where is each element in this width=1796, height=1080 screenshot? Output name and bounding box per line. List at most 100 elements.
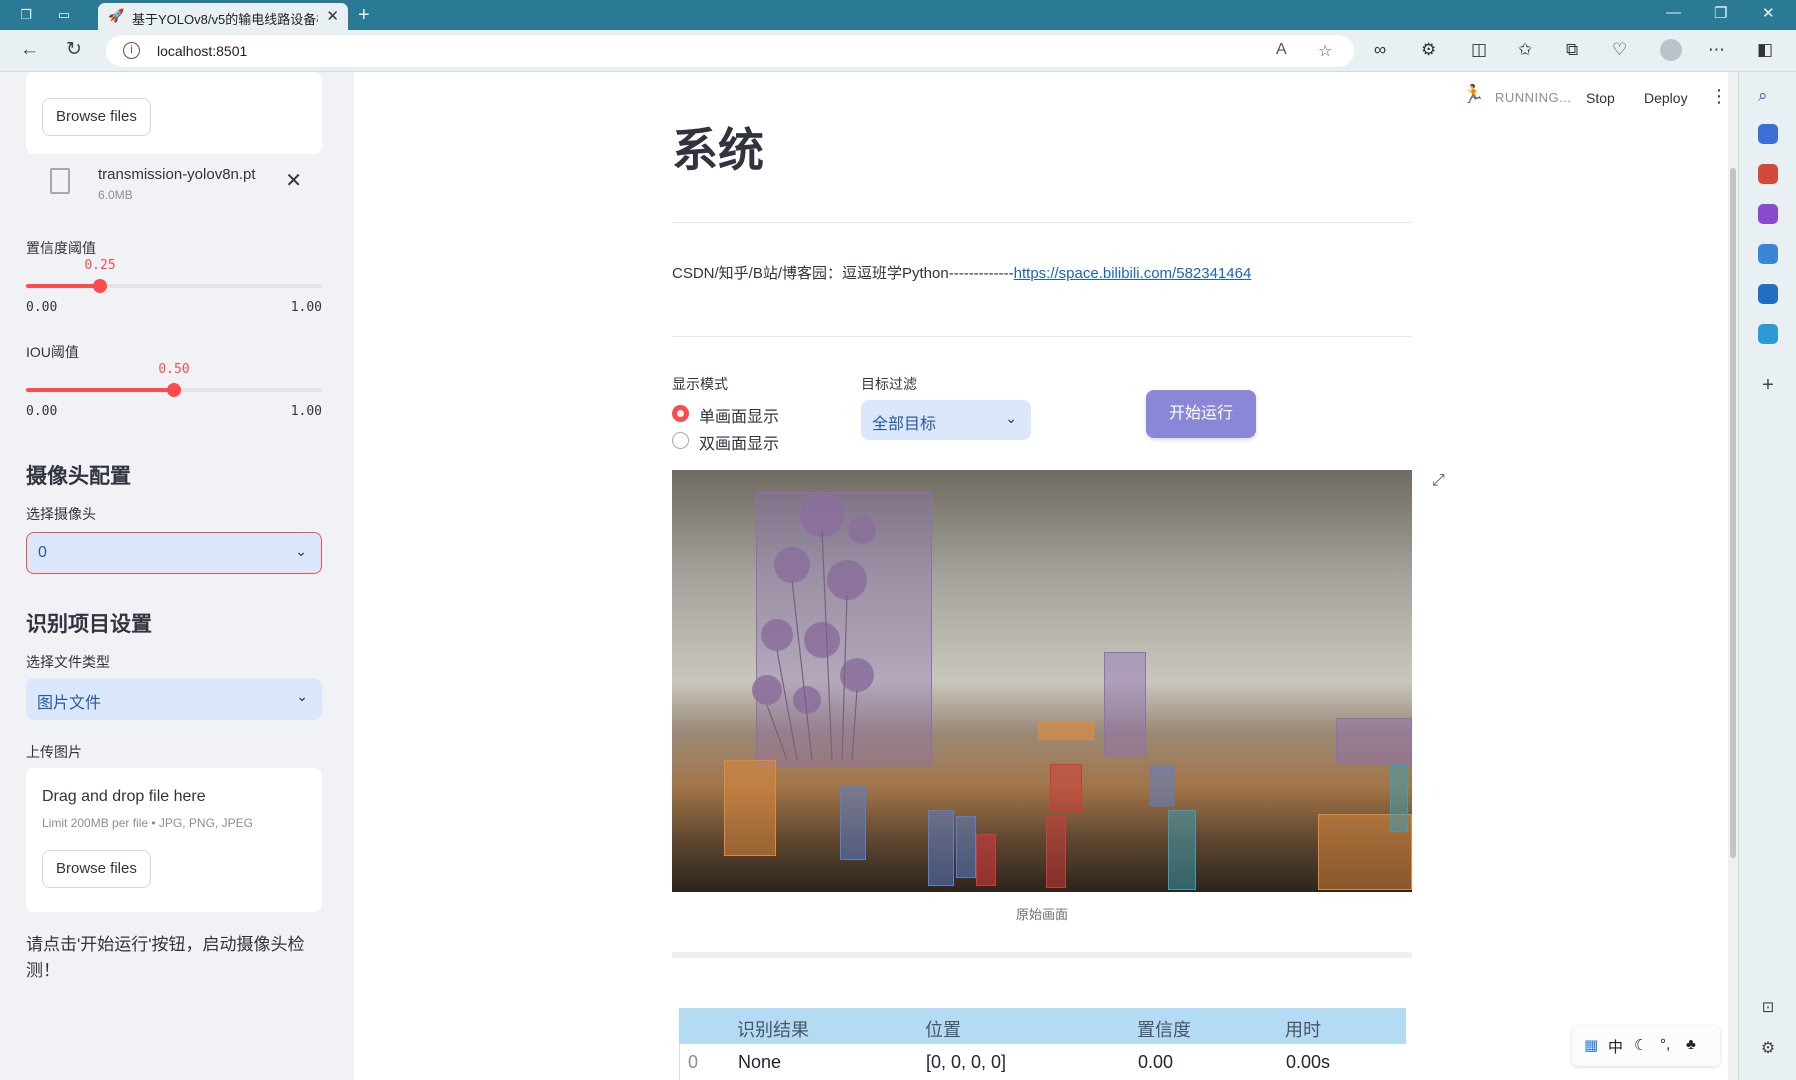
camera-select-value: 0	[38, 544, 47, 561]
minimize-icon[interactable]: —	[1666, 4, 1681, 21]
detection-box	[1168, 810, 1196, 890]
page-scrollbar[interactable]	[1728, 72, 1738, 1080]
cell-confidence: 0.00	[1138, 1052, 1174, 1072]
close-tab-icon[interactable]: ✕	[326, 7, 339, 25]
upload-image-label: 上传图片	[26, 744, 82, 760]
browser-tab[interactable]: 🚀 基于YOLOv8/v5的输电线路设备检测系统 ✕	[98, 3, 348, 30]
divider	[672, 222, 1412, 223]
slider-thumb[interactable]	[167, 383, 181, 397]
tab-title: 基于YOLOv8/v5的输电线路设备检测系统	[132, 12, 318, 27]
outlook-icon[interactable]	[1758, 284, 1778, 304]
favorites-icon[interactable]: ✩	[1518, 40, 1532, 60]
detection-box	[1150, 766, 1174, 806]
edge-sidebar: ⌕ + ⊡ ⚙	[1738, 72, 1796, 1080]
moon-icon[interactable]: ☾	[1634, 1036, 1647, 1054]
detection-box	[724, 760, 776, 856]
slider-value: 0.50	[158, 362, 190, 377]
running-status: RUNNING...	[1495, 90, 1572, 105]
confidence-slider[interactable]: 0.25 0.00 1.00	[26, 258, 322, 318]
main-content: 🏃 RUNNING... Stop Deploy ⋮ 系统 CSDN/知乎/B站…	[354, 72, 1728, 1080]
file-name: transmission-yolov8n.pt	[98, 166, 256, 183]
url-text[interactable]: localhost:8501	[157, 43, 247, 59]
favorite-star-icon[interactable]: ☆	[1318, 41, 1332, 61]
screenshot-icon[interactable]: ⊡	[1758, 998, 1778, 1018]
back-icon[interactable]: ←	[20, 40, 39, 60]
cell-time: 0.00s	[1286, 1052, 1331, 1072]
browse-files-button-image[interactable]: Browse files	[42, 850, 151, 888]
rocket-icon: 🚀	[108, 8, 125, 23]
target-filter-label: 目标过滤	[861, 376, 917, 392]
restore-icon[interactable]: ❐	[1714, 4, 1727, 22]
games-icon[interactable]	[1758, 204, 1778, 224]
table-row: 0 None [0, 0, 0, 0] 0.00 0.00s	[679, 1044, 1406, 1080]
ime-language[interactable]: 中	[1608, 1036, 1623, 1057]
windows-icon[interactable]: ▦	[1584, 1036, 1598, 1054]
start-run-button[interactable]: 开始运行	[1146, 390, 1256, 438]
url-field[interactable]: i localhost:8501 A ☆	[106, 35, 1354, 67]
slider-min: 0.00	[26, 404, 58, 419]
extensions-icon[interactable]: ⚙	[1421, 40, 1436, 60]
search-icon[interactable]: ⌕	[1758, 86, 1778, 106]
slider-fill	[26, 284, 100, 288]
target-filter-value: 全部目标	[872, 416, 937, 433]
scrollbar-thumb[interactable]	[1730, 168, 1736, 858]
file-size: 6.0MB	[98, 188, 133, 202]
target-filter-select[interactable]: 全部目标 ⌄	[861, 400, 1031, 440]
new-tab-button[interactable]: +	[358, 4, 370, 27]
skin-icon[interactable]: ♣	[1686, 1036, 1696, 1053]
microsoft365-icon[interactable]	[1758, 244, 1778, 264]
punctuation-icon[interactable]: °,	[1660, 1036, 1670, 1053]
column-header: 用时	[1285, 1020, 1321, 1040]
table-header: 识别结果 位置 置信度 用时	[679, 1008, 1406, 1044]
chevron-down-icon: ⌄	[295, 543, 307, 559]
radio-unselected-icon[interactable]	[672, 432, 689, 449]
slider-thumb[interactable]	[93, 279, 107, 293]
site-info-icon[interactable]: i	[123, 42, 140, 59]
file-icon	[50, 168, 70, 194]
detection-box	[1390, 764, 1408, 832]
divider	[672, 952, 1412, 958]
close-window-icon[interactable]: ✕	[1762, 4, 1775, 22]
remove-file-icon[interactable]: ✕	[285, 168, 302, 193]
browser-essentials-icon[interactable]: ♡	[1612, 40, 1627, 60]
detection-box	[840, 786, 866, 860]
detection-box	[956, 816, 976, 878]
camera-select[interactable]: 0 ⌄	[26, 532, 322, 574]
copilot-icon[interactable]	[1758, 124, 1778, 144]
more-menu-icon[interactable]: ⋯	[1708, 40, 1725, 60]
slider-fill	[26, 388, 174, 392]
radio-label: 单画面显示	[699, 409, 780, 426]
browser-titlebar: ❐ ▭ 🚀 基于YOLOv8/v5的输电线路设备检测系统 ✕ + — ❐ ✕	[0, 0, 1796, 30]
detection-box	[756, 492, 932, 766]
column-header: 识别结果	[737, 1020, 809, 1040]
deploy-button[interactable]: Deploy	[1644, 90, 1688, 106]
credit-link[interactable]: https://space.bilibili.com/582341464	[1014, 265, 1252, 282]
infinity-icon[interactable]: ∞	[1374, 40, 1386, 60]
main-menu-icon[interactable]: ⋮	[1710, 86, 1728, 107]
fullscreen-icon[interactable]: ⤢	[1432, 472, 1445, 490]
detection-box	[1046, 816, 1066, 888]
tools-icon[interactable]	[1758, 164, 1778, 184]
settings-gear-icon[interactable]: ⚙	[1758, 1038, 1778, 1058]
browse-files-button-model[interactable]: Browse files	[42, 98, 151, 136]
send-icon[interactable]	[1758, 324, 1778, 344]
refresh-icon[interactable]: ↻	[66, 40, 82, 60]
image-dropzone[interactable]: Drag and drop file here Limit 200MB per …	[26, 768, 322, 912]
profile-avatar[interactable]	[1660, 39, 1682, 61]
divider	[672, 336, 1412, 337]
split-screen-icon[interactable]: ◫	[1471, 40, 1487, 60]
tab-actions-icon[interactable]: ▭	[56, 7, 72, 23]
iou-slider[interactable]: 0.50 0.00 1.00	[26, 362, 322, 422]
sidebar-toggle-icon[interactable]: ◧	[1757, 40, 1773, 60]
read-aloud-icon[interactable]: A	[1276, 41, 1287, 59]
filetype-select[interactable]: 图片文件 ⌄	[26, 678, 322, 720]
chevron-down-icon: ⌄	[1005, 410, 1017, 426]
slider-max: 1.00	[290, 300, 322, 315]
workspaces-icon[interactable]: ❐	[18, 7, 34, 23]
image-caption: 原始画面	[1015, 907, 1068, 922]
detection-box	[928, 810, 954, 886]
collections-icon[interactable]: ⧉	[1566, 40, 1578, 60]
radio-selected-icon[interactable]	[672, 405, 689, 422]
stop-button[interactable]: Stop	[1586, 90, 1615, 106]
add-app-icon[interactable]: +	[1758, 374, 1778, 396]
